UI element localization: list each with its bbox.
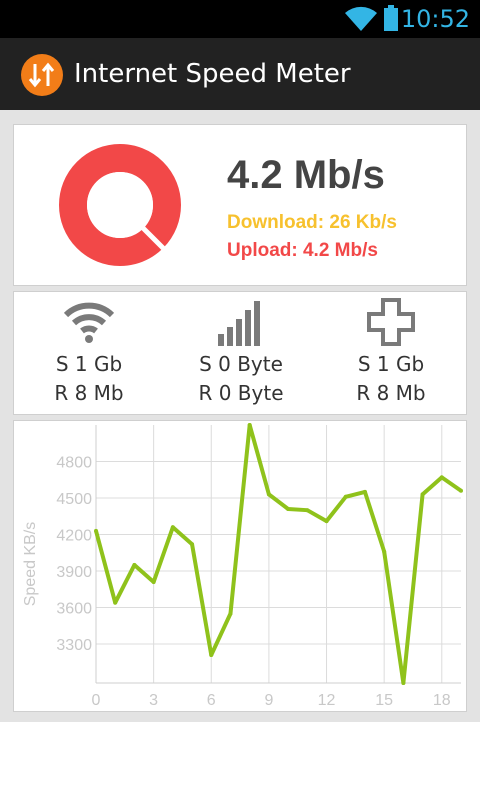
received-total: R 8 Mb	[54, 381, 124, 405]
speed-chart: 3300 3600 3900 4200 4500 4800 0 3 6 9 12 15 18 Speed …	[22, 423, 463, 709]
data-point	[343, 494, 348, 499]
y-tick-label: 3900	[56, 564, 92, 581]
download-speed: Download: 26 Kb/s	[227, 212, 397, 233]
data-point	[382, 549, 387, 554]
received-total: R 0 Byte	[198, 381, 284, 405]
status-bar: 10:52	[0, 0, 480, 38]
data-point	[305, 508, 310, 513]
stat-mobile: S 0 Byte R 0 Byte	[166, 298, 316, 408]
data-point	[170, 525, 175, 530]
y-tick-label: 4500	[56, 491, 92, 508]
speed-card: 4.2 Mb/s Download: 26 Kb/s Upload: 4.2 M…	[13, 124, 467, 286]
plus-icon	[367, 298, 415, 346]
up-down-arrows-icon[interactable]	[21, 54, 63, 96]
data-point	[401, 681, 406, 685]
data-point	[362, 489, 367, 494]
data-point	[459, 488, 463, 493]
data-point	[190, 542, 195, 547]
app-title: Internet Speed Meter	[74, 59, 351, 89]
total-speed: 4.2 Mb/s	[227, 153, 385, 197]
speed-chart-card: 3300 3600 3900 4200 4500 4800 0 3 6 9 12 15 18 Speed …	[13, 420, 467, 712]
data-point	[247, 423, 252, 427]
wifi-icon	[63, 302, 115, 343]
data-point	[151, 579, 156, 584]
x-tick-label: 9	[264, 692, 273, 709]
data-point	[113, 600, 118, 605]
battery-icon	[384, 5, 398, 31]
y-tick-label: 4800	[56, 455, 92, 472]
sent-total: S 1 Gb	[357, 352, 425, 376]
received-total: R 8 Mb	[356, 381, 426, 405]
wifi-icon	[345, 6, 377, 32]
clock: 10:52	[400, 5, 470, 33]
data-point	[94, 528, 98, 533]
x-tick-label: 18	[433, 692, 451, 709]
data-point	[209, 653, 214, 658]
x-tick-label: 6	[207, 692, 216, 709]
x-tick-label: 12	[318, 692, 336, 709]
y-axis-label: Speed KB/s	[22, 522, 39, 607]
y-tick-label: 3300	[56, 637, 92, 654]
action-bar: Internet Speed Meter	[0, 38, 480, 110]
stat-total: S 1 Gb R 8 Mb	[316, 298, 466, 408]
sent-total: S 1 Gb	[55, 352, 123, 376]
data-point	[228, 611, 233, 616]
x-tick-label: 0	[92, 692, 101, 709]
stat-wifi: S 1 Gb R 8 Mb	[14, 298, 164, 408]
usage-card: S 1 Gb R 8 Mb S 0 Byte R 0 Byte S 1 Gb R…	[13, 291, 467, 415]
data-point	[286, 506, 291, 511]
x-tick-label: 15	[375, 692, 393, 709]
mobile-signal-icon	[218, 301, 260, 346]
data-point	[420, 492, 425, 497]
data-point	[266, 492, 271, 497]
data-point	[132, 562, 137, 567]
y-tick-label: 3600	[56, 601, 92, 618]
upload-speed: Upload: 4.2 Mb/s	[227, 240, 378, 261]
data-point	[324, 519, 329, 524]
x-tick-label: 3	[149, 692, 158, 709]
data-point	[439, 475, 444, 480]
y-tick-label: 4200	[56, 528, 92, 545]
sent-total: S 0 Byte	[199, 352, 283, 376]
speed-ring-icon	[59, 144, 181, 266]
